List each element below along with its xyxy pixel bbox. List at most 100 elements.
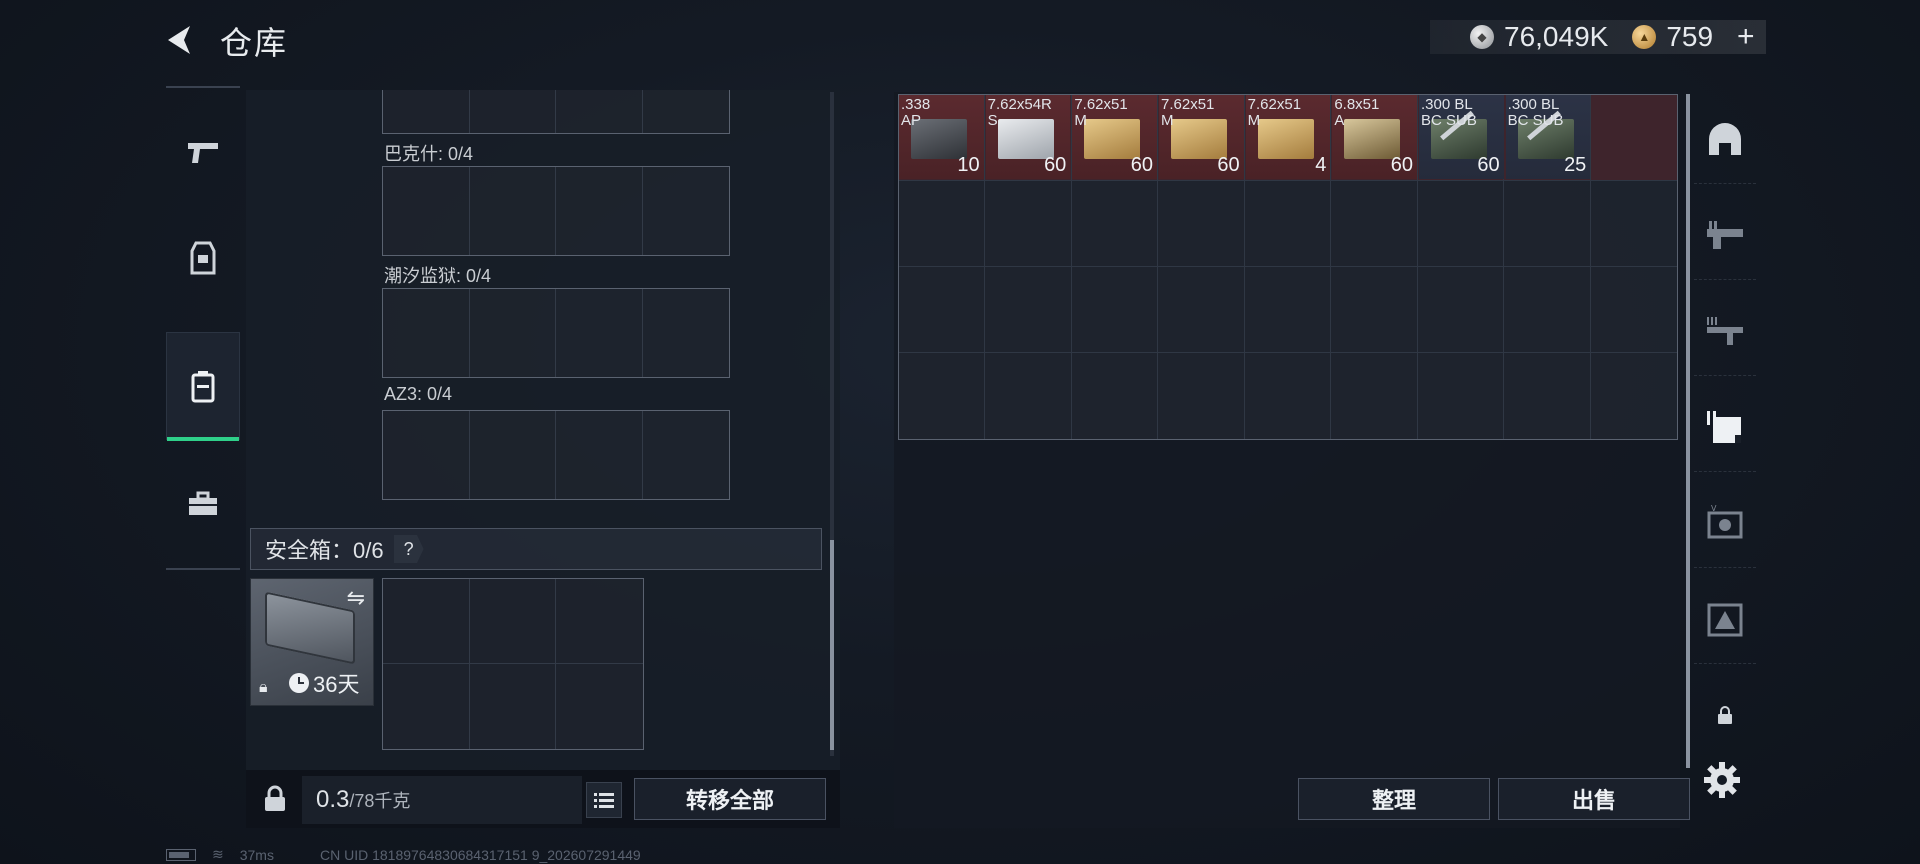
stash-cell[interactable] (1504, 267, 1591, 353)
left-scrollbar[interactable] (830, 92, 834, 756)
lock-icon: 🔒︎ (259, 679, 268, 696)
ammo-item[interactable]: .338 AP 10 (899, 95, 984, 179)
stash-cell[interactable] (899, 267, 986, 353)
ammo-count: 25 (1564, 154, 1587, 176)
weight-current: 0.3 (316, 786, 350, 813)
swap-icon[interactable]: ⇋ (347, 585, 365, 611)
briefcase-icon (189, 491, 217, 515)
right-scrollbar[interactable] (1686, 94, 1690, 768)
tab-weapons[interactable] (166, 98, 240, 206)
tab-equipment[interactable] (166, 204, 240, 312)
stash-cell[interactable] (1590, 267, 1677, 353)
tab-briefcase[interactable] (166, 450, 240, 558)
partial-slot-grid[interactable] (382, 90, 730, 134)
backpack-icon (191, 371, 215, 403)
slot-grid-tide-prison[interactable] (382, 288, 730, 378)
safe-box-grid[interactable] (382, 578, 644, 750)
stash-cell[interactable] (985, 353, 1072, 439)
safe-box-item[interactable]: ⇋ 🔒︎ 36天 (250, 578, 374, 706)
tab-weapon-parts[interactable] (1694, 286, 1756, 376)
safe-box-title: 安全箱：0/6 (265, 538, 384, 563)
slot-label-az3: AZ3: 0/4 (384, 384, 453, 404)
stash-cell[interactable] (1244, 267, 1332, 353)
stash-cell[interactable] (899, 181, 986, 267)
weight-display: 0.3 /78千克 (302, 776, 582, 824)
ammo-item[interactable]: 7.62x51 M 60 (1072, 95, 1157, 179)
tab-ammo[interactable] (1694, 382, 1756, 472)
stash-cell[interactable] (985, 181, 1072, 267)
right-category-rail: V (1694, 94, 1756, 828)
stash-cell[interactable] (1417, 181, 1505, 267)
ammo-name: 7.62x51 M (1161, 96, 1215, 129)
stash-cell[interactable] (1158, 181, 1245, 267)
medical-kit-icon: V (1707, 505, 1743, 538)
gold-coin-icon: ▲ (1632, 25, 1657, 49)
tab-misc[interactable] (1694, 574, 1756, 664)
page-title: 仓库 (220, 25, 289, 61)
svg-text:V: V (1711, 505, 1717, 513)
tab-helmet[interactable] (1694, 94, 1756, 184)
ping-value: 37ms (239, 846, 274, 863)
stash-cell[interactable] (1417, 267, 1505, 353)
tab-rifle-mods[interactable] (1694, 190, 1756, 280)
slot-grid-az3[interactable] (382, 410, 730, 500)
ammo-item[interactable]: 6.8x51 A 60 (1332, 95, 1417, 179)
right-scrollbar-thumb[interactable] (1686, 94, 1690, 768)
ammo-item[interactable]: 7.62x51 M 60 (1159, 95, 1244, 179)
stash-cell[interactable] (1071, 181, 1159, 267)
ammo-item[interactable]: 7.62x54R S 60 (985, 95, 1071, 179)
silver-coin-icon: ◆ (1470, 25, 1494, 49)
tab-medical[interactable]: V (1694, 478, 1756, 568)
sell-button[interactable]: 出售 (1498, 778, 1690, 820)
ammo-count: 10 (957, 154, 980, 176)
stash-cell[interactable] (1245, 353, 1332, 439)
help-icon[interactable]: ? (393, 535, 424, 563)
ammo-count: 4 (1315, 154, 1327, 176)
weapon-parts-icon (1707, 316, 1743, 345)
weight-lock-button[interactable] (250, 774, 300, 824)
back-arrow-icon[interactable] (160, 20, 200, 60)
slot-grid-bakshi[interactable] (382, 166, 730, 256)
stash-cell[interactable] (1331, 267, 1418, 353)
battery-icon (166, 848, 196, 861)
stash-cell[interactable] (985, 267, 1072, 353)
tab-locked[interactable] (1694, 670, 1756, 760)
ammo-name: 7.62x51 M (1074, 96, 1128, 129)
stash-cell[interactable] (1591, 353, 1677, 439)
stash-cell[interactable] (1590, 95, 1677, 181)
ammo-count: 60 (1217, 154, 1240, 176)
settings-gear-icon[interactable] (1702, 760, 1742, 800)
stash-cell[interactable] (1418, 353, 1505, 439)
stash-cell[interactable] (1331, 353, 1418, 439)
helmet-icon (1709, 122, 1741, 155)
stash-cell[interactable] (1504, 353, 1591, 439)
stash-cell[interactable] (1158, 353, 1245, 439)
status-line: ≋ 37ms CN UID 18189764830684317151 9_202… (166, 846, 641, 863)
ammo-item[interactable]: .300 BL BC SUB 60 (1419, 95, 1504, 179)
ammo-name: .338 AP (901, 96, 931, 129)
rifle-mod-icon (1707, 220, 1743, 249)
tab-backpack[interactable] (166, 332, 240, 441)
list-view-button[interactable] (586, 782, 622, 818)
slot-label-tide-prison: 潮汐监狱: 0/4 (384, 266, 492, 286)
add-currency-button[interactable]: + (1737, 22, 1755, 52)
wifi-icon: ≋ (212, 846, 224, 862)
stash-cell[interactable] (1158, 267, 1245, 353)
pistol-icon (188, 143, 218, 163)
ammo-item[interactable]: .300 BL BC SUB 25 (1505, 95, 1591, 179)
left-scrollbar-thumb[interactable] (830, 540, 834, 750)
stash-cell[interactable] (1244, 181, 1332, 267)
ammo-box-icon (1707, 410, 1741, 443)
transfer-all-button[interactable]: 转移全部 (634, 778, 826, 820)
weight-max: /78千克 (349, 791, 411, 811)
left-tab-rail (166, 86, 240, 570)
stash-cell[interactable] (1504, 181, 1591, 267)
stash-cell[interactable] (1071, 267, 1159, 353)
ammo-item[interactable]: 7.62x51 M 4 (1245, 95, 1331, 179)
ammo-name: 6.8x51 A (1334, 96, 1380, 129)
sort-button[interactable]: 整理 (1298, 778, 1490, 820)
stash-cell[interactable] (899, 353, 986, 439)
stash-cell[interactable] (1072, 353, 1159, 439)
stash-cell[interactable] (1590, 181, 1677, 267)
stash-cell[interactable] (1331, 181, 1418, 267)
